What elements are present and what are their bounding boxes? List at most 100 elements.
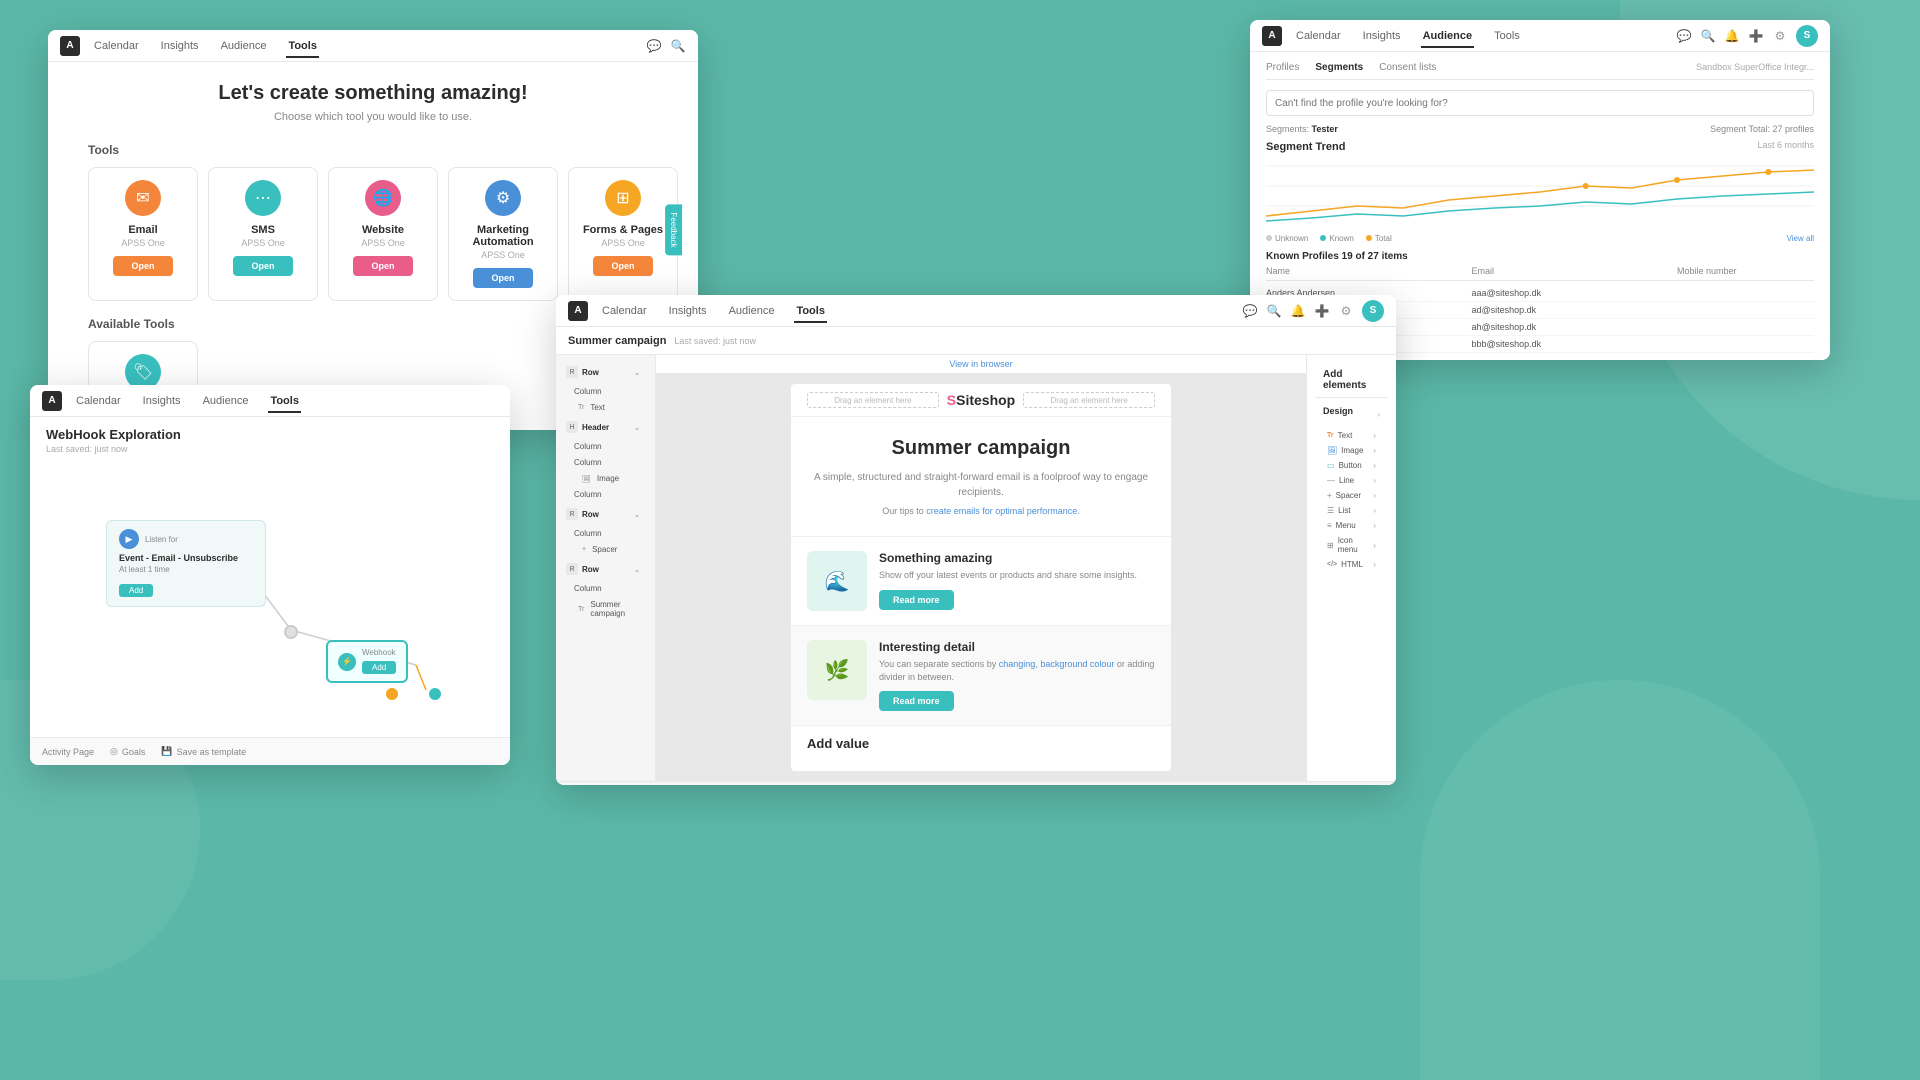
sidebar-column6-label: Column — [574, 584, 602, 593]
campaign-saved: Last saved: just now — [674, 336, 756, 346]
tab-profiles[interactable]: Profiles — [1266, 62, 1299, 73]
em-nav-audience[interactable]: Audience — [727, 305, 777, 317]
sidebar-item-row-3[interactable]: R Row ⌄ — [562, 558, 649, 580]
design-item-html[interactable]: </> HTML › — [1323, 557, 1380, 572]
nav-audience[interactable]: Audience — [219, 40, 269, 52]
view-in-browser-link[interactable]: View in browser — [949, 359, 1012, 369]
sidebar-item-column-3[interactable]: Column — [562, 455, 649, 470]
em-nav-insights[interactable]: Insights — [667, 305, 709, 317]
img-prefix-icon: 🖼 — [582, 475, 591, 483]
section1-cta-button[interactable]: Read more — [879, 590, 954, 610]
sidebar-item-row-2[interactable]: R Row ⌄ — [562, 503, 649, 525]
chat-icon[interactable]: 💬 — [646, 38, 662, 54]
sidebar-item-column-4[interactable]: Column — [562, 487, 649, 502]
tools-heading: Let's create something amazing! — [88, 82, 658, 105]
tool-marketing-open-button[interactable]: Open — [473, 268, 533, 288]
nav-insights[interactable]: Insights — [159, 40, 201, 52]
sidebar-item-spacer-1[interactable]: + Spacer — [562, 542, 649, 557]
sidebar-item-header[interactable]: H Header ⌄ — [562, 416, 649, 438]
row2-mobile — [1677, 305, 1814, 315]
sidebar-item-text-1[interactable]: Tr Text — [562, 400, 649, 415]
em-bell-icon[interactable]: 🔔 — [1290, 303, 1306, 319]
wh-nav-tools[interactable]: Tools — [268, 395, 301, 407]
sidebar-item-column-5[interactable]: Column — [562, 526, 649, 541]
tool-marketing-automation: ⚙ Marketing Automation APSS One Open — [448, 167, 558, 301]
email-frame-logo: SSiteshop — [947, 392, 1015, 408]
wh-nav-insights[interactable]: Insights — [141, 395, 183, 407]
aud-nav-calendar[interactable]: Calendar — [1294, 30, 1343, 42]
row1-mobile — [1677, 288, 1814, 298]
section2-cta-button[interactable]: Read more — [879, 691, 954, 711]
section3-title: Add value — [791, 725, 1171, 761]
design-item-image[interactable]: 🖼 Image › — [1323, 443, 1380, 458]
tool-forms-open-button[interactable]: Open — [593, 256, 653, 276]
tools-subheading: Choose which tool you would like to use. — [88, 111, 658, 123]
design-item-text[interactable]: Tr Text › — [1323, 428, 1380, 443]
section2-content: Interesting detail You can separate sect… — [879, 640, 1155, 711]
sidebar-item-column-2[interactable]: Column — [562, 439, 649, 454]
goals-link[interactable]: ◎ Goals — [110, 746, 145, 757]
sidebar-item-image-1[interactable]: 🖼 Image — [562, 471, 649, 486]
aud-chat-icon[interactable]: 💬 — [1676, 28, 1692, 44]
website-icon: 🌐 — [365, 180, 401, 216]
save-template-link[interactable]: 💾 Save as template — [161, 746, 246, 757]
tool-email-open-button[interactable]: Open — [113, 256, 173, 276]
drag-right-placeholder[interactable]: Drag an element here — [1023, 392, 1155, 408]
view-all-link[interactable]: View all — [1787, 234, 1814, 243]
aud-search-icon[interactable]: 🔍 — [1700, 28, 1716, 44]
em-chat-icon[interactable]: 💬 — [1242, 303, 1258, 319]
design-item-menu[interactable]: ≡ Menu › — [1323, 518, 1380, 533]
design-item-line[interactable]: — Line › — [1323, 473, 1380, 488]
text-arrow-icon: › — [1373, 431, 1376, 440]
aud-nav-tools[interactable]: Tools — [1492, 30, 1522, 42]
design-item-icon-menu[interactable]: ⊞ Icon menu › — [1323, 533, 1380, 557]
segment-search-input[interactable] — [1266, 90, 1814, 116]
tab-segments[interactable]: Segments — [1315, 62, 1363, 73]
aud-nav-insights[interactable]: Insights — [1361, 30, 1403, 42]
webhook-add-button[interactable]: Add — [362, 661, 396, 674]
tool-sms-open-button[interactable]: Open — [233, 256, 293, 276]
feedback-tab[interactable]: Feedback — [665, 204, 682, 255]
em-nav-tools[interactable]: Tools — [794, 305, 827, 317]
email-editor-bottom-bar: ‹ Previous step ⚙ Settings 💾 Save as tem… — [556, 781, 1396, 785]
sidebar-item-column-6[interactable]: Column — [562, 581, 649, 596]
em-nav-calendar[interactable]: Calendar — [600, 305, 649, 317]
wh-nav-calendar[interactable]: Calendar — [74, 395, 123, 407]
email-right-panel: Add elements Design › Tr Text › 🖼 — [1306, 355, 1396, 781]
row2-chevron-icon[interactable]: ⌄ — [629, 506, 645, 522]
aud-add-icon[interactable]: ➕ — [1748, 28, 1764, 44]
design-item-list[interactable]: ☰ List › — [1323, 503, 1380, 518]
design-item-spacer[interactable]: + Spacer › — [1323, 488, 1380, 503]
email-hero-desc: A simple, structured and straight-forwar… — [811, 470, 1151, 500]
tool-website-open-button[interactable]: Open — [353, 256, 413, 276]
em-add-icon[interactable]: ➕ — [1314, 303, 1330, 319]
tab-consent[interactable]: Consent lists — [1379, 62, 1436, 73]
nav-calendar[interactable]: Calendar — [92, 40, 141, 52]
flow-circle-end-teal — [429, 688, 441, 700]
em-search-icon[interactable]: 🔍 — [1266, 303, 1282, 319]
row-chevron-icon[interactable]: ⌄ — [629, 364, 645, 380]
section2-link2[interactable]: background colour — [1040, 659, 1114, 669]
trigger-add-button[interactable]: Add — [119, 584, 153, 597]
search-icon[interactable]: 🔍 — [670, 38, 686, 54]
wh-nav-audience[interactable]: Audience — [201, 395, 251, 407]
sidebar-item-text-summer[interactable]: Tr Summer campaign — [562, 597, 649, 621]
design-item-button[interactable]: ▭ Button › — [1323, 458, 1380, 473]
aud-nav-audience[interactable]: Audience — [1421, 30, 1475, 42]
em-settings-icon[interactable]: ⚙ — [1338, 303, 1354, 319]
aud-bell-icon[interactable]: 🔔 — [1724, 28, 1740, 44]
sidebar-item-row-1[interactable]: R Row ⌄ — [562, 361, 649, 383]
aud-settings-icon[interactable]: ⚙ — [1772, 28, 1788, 44]
header-chevron-icon[interactable]: ⌄ — [629, 419, 645, 435]
row3-chevron-icon[interactable]: ⌄ — [629, 561, 645, 577]
email-create-link[interactable]: create emails for optimal performance. — [926, 506, 1080, 516]
spacer-element-label: + Spacer — [1327, 491, 1361, 500]
spacer-plus-icon: + — [1327, 491, 1332, 500]
nav-tools[interactable]: Tools — [286, 40, 319, 52]
sidebar-item-column-1[interactable]: Column — [562, 384, 649, 399]
activity-page-link[interactable]: Activity Page — [42, 747, 94, 757]
email-section-1: 🌊 Something amazing Show off your latest… — [791, 536, 1171, 625]
drag-left-placeholder[interactable]: Drag an element here — [807, 392, 939, 408]
icon-menu-arrow-icon: › — [1373, 541, 1376, 550]
section2-link1[interactable]: changing — [999, 659, 1036, 669]
